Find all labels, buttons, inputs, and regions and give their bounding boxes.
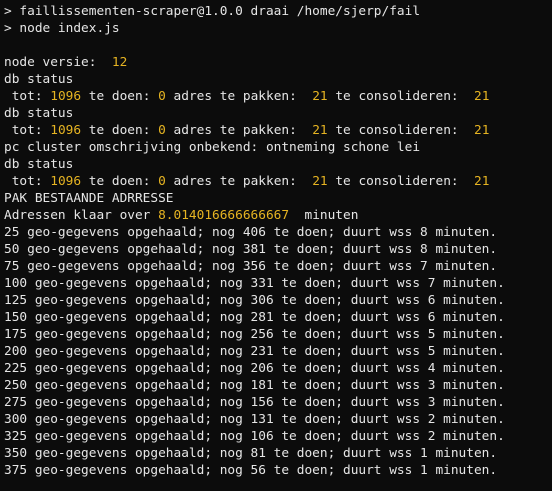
terminal-text: 225 geo-gegevens opgehaald; nog 206 te d… xyxy=(4,361,505,376)
terminal-text: 375 geo-gegevens opgehaald; nog 56 te do… xyxy=(4,463,498,478)
terminal-text: te consolideren: xyxy=(327,89,475,104)
terminal-text: db status xyxy=(4,106,74,121)
terminal-number: 21 xyxy=(312,89,328,104)
terminal-line: 275 geo-gegevens opgehaald; nog 156 te d… xyxy=(4,394,552,411)
terminal-line: 75 geo-gegevens opgehaald; nog 356 te do… xyxy=(4,258,552,275)
terminal-line: 350 geo-gegevens opgehaald; nog 81 te do… xyxy=(4,445,552,462)
terminal-line: db status xyxy=(4,71,552,88)
terminal-number: 0 xyxy=(158,174,166,189)
terminal-output[interactable]: > faillissementen-scraper@1.0.0 draai /h… xyxy=(0,0,552,491)
terminal-number: 8.014016666666667 xyxy=(158,208,290,223)
terminal-text: te doen: xyxy=(81,174,159,189)
terminal-text: 275 geo-gegevens opgehaald; nog 156 te d… xyxy=(4,395,505,410)
terminal-number: 0 xyxy=(158,123,166,138)
terminal-line: 375 geo-gegevens opgehaald; nog 56 te do… xyxy=(4,462,552,479)
terminal-text: adres te pakken: xyxy=(165,89,313,104)
terminal-number: 21 xyxy=(312,123,328,138)
terminal-number: 1096 xyxy=(50,174,82,189)
terminal-text: tot: xyxy=(4,123,51,138)
terminal-line: 325 geo-gegevens opgehaald; nog 106 te d… xyxy=(4,428,552,445)
terminal-text: Adressen klaar over xyxy=(4,208,159,223)
terminal-number: 0 xyxy=(158,89,166,104)
terminal-line: 125 geo-gegevens opgehaald; nog 306 te d… xyxy=(4,292,552,309)
terminal-number: 21 xyxy=(474,174,490,189)
terminal-line: tot: 1096 te doen: 0 adres te pakken: 21… xyxy=(4,173,552,190)
terminal-text: db status xyxy=(4,157,74,172)
terminal-text: db status xyxy=(4,72,74,87)
terminal-text: node versie: xyxy=(4,55,112,70)
terminal-line: db status xyxy=(4,105,552,122)
terminal-line: 100 geo-gegevens opgehaald; nog 331 te d… xyxy=(4,275,552,292)
terminal-line: db status xyxy=(4,156,552,173)
terminal-line: tot: 1096 te doen: 0 adres te pakken: 21… xyxy=(4,122,552,139)
terminal-line: 300 geo-gegevens opgehaald; nog 131 te d… xyxy=(4,411,552,428)
terminal-text: 350 geo-gegevens opgehaald; nog 81 te do… xyxy=(4,446,498,461)
terminal-text: minuten xyxy=(289,208,359,223)
terminal-text: 50 geo-gegevens opgehaald; nog 381 te do… xyxy=(4,242,498,257)
terminal-text: pc cluster omschrijving onbekend: ontnem… xyxy=(4,140,421,155)
terminal-line: 150 geo-gegevens opgehaald; nog 281 te d… xyxy=(4,309,552,326)
terminal-text: 175 geo-gegevens opgehaald; nog 256 te d… xyxy=(4,327,505,342)
terminal-text: 150 geo-gegevens opgehaald; nog 281 te d… xyxy=(4,310,505,325)
terminal-line: 250 geo-gegevens opgehaald; nog 181 te d… xyxy=(4,377,552,394)
terminal-text: 250 geo-gegevens opgehaald; nog 181 te d… xyxy=(4,378,505,393)
terminal-line: > faillissementen-scraper@1.0.0 draai /h… xyxy=(4,3,552,20)
terminal-text: PAK BESTAANDE ADRRESSE xyxy=(4,191,174,206)
terminal-number: 1096 xyxy=(50,123,82,138)
terminal-text: te consolideren: xyxy=(327,123,475,138)
terminal-text: te doen: xyxy=(81,123,159,138)
terminal-line: tot: 1096 te doen: 0 adres te pakken: 21… xyxy=(4,88,552,105)
terminal-number: 1096 xyxy=(50,89,82,104)
terminal-line: node versie: 12 xyxy=(4,54,552,71)
terminal-line: Adressen klaar over 8.014016666666667 mi… xyxy=(4,207,552,224)
terminal-line: 25 geo-gegevens opgehaald; nog 406 te do… xyxy=(4,224,552,241)
terminal-text: adres te pakken: xyxy=(165,174,313,189)
terminal-line: 50 geo-gegevens opgehaald; nog 381 te do… xyxy=(4,241,552,258)
terminal-number: 12 xyxy=(111,55,128,70)
terminal-number: 21 xyxy=(474,89,490,104)
terminal-number: 21 xyxy=(474,123,490,138)
terminal-text: 75 geo-gegevens opgehaald; nog 356 te do… xyxy=(4,259,498,274)
terminal-line: 175 geo-gegevens opgehaald; nog 256 te d… xyxy=(4,326,552,343)
terminal-text: te consolideren: xyxy=(327,174,475,189)
terminal-text: 325 geo-gegevens opgehaald; nog 106 te d… xyxy=(4,429,505,444)
terminal-text: tot: xyxy=(4,174,51,189)
terminal-text: 300 geo-gegevens opgehaald; nog 131 te d… xyxy=(4,412,505,427)
terminal-text: tot: xyxy=(4,89,51,104)
terminal-text: 200 geo-gegevens opgehaald; nog 231 te d… xyxy=(4,344,505,359)
terminal-line: 200 geo-gegevens opgehaald; nog 231 te d… xyxy=(4,343,552,360)
terminal-line: 225 geo-gegevens opgehaald; nog 206 te d… xyxy=(4,360,552,377)
terminal-text: 125 geo-gegevens opgehaald; nog 306 te d… xyxy=(4,293,505,308)
terminal-line: > node index.js xyxy=(4,20,552,37)
terminal-line: PAK BESTAANDE ADRRESSE xyxy=(4,190,552,207)
terminal-text: adres te pakken: xyxy=(165,123,313,138)
terminal-text: te doen: xyxy=(81,89,159,104)
terminal-text: > node index.js xyxy=(4,21,120,36)
terminal-line: pc cluster omschrijving onbekend: ontnem… xyxy=(4,139,552,156)
terminal-text: 25 geo-gegevens opgehaald; nog 406 te do… xyxy=(4,225,498,240)
terminal-number: 21 xyxy=(312,174,328,189)
terminal-text: 100 geo-gegevens opgehaald; nog 331 te d… xyxy=(4,276,505,291)
terminal-text: > faillissementen-scraper@1.0.0 draai /h… xyxy=(4,4,421,19)
